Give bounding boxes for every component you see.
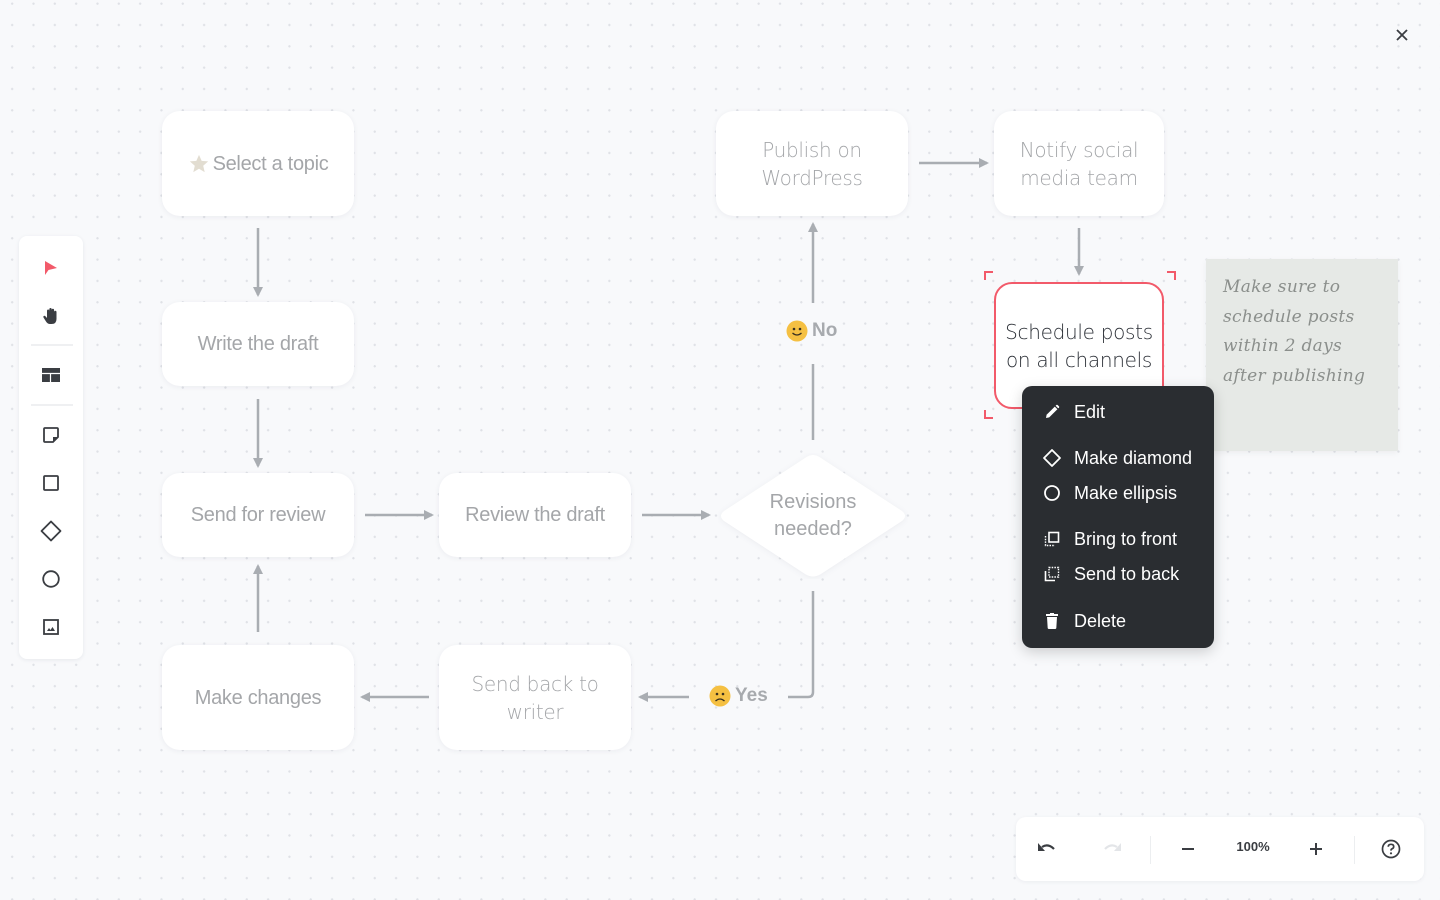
sticky-note-icon: [43, 427, 59, 443]
menu-item-delete[interactable]: Delete: [1022, 605, 1214, 637]
shape-toolbar: [19, 236, 83, 659]
menu-item-label: Bring to front: [1074, 528, 1178, 549]
node-select-topic[interactable]: Select a topic: [162, 111, 354, 216]
node-label-line: on all channels: [1005, 347, 1153, 372]
node-label-line: Publish on: [762, 137, 862, 162]
help-button[interactable]: [1377, 835, 1405, 863]
sticky-line: Make sure to: [1223, 277, 1341, 297]
close-icon: [1396, 29, 1408, 41]
diamond-icon: [40, 520, 62, 542]
frown-emoji-icon: [709, 685, 731, 707]
toolbar-divider: [31, 344, 73, 346]
circle-icon: [42, 570, 60, 588]
edge-label-text: No: [812, 320, 838, 341]
menu-item-send-to-back[interactable]: Send to back: [1022, 558, 1214, 590]
node-review-draft[interactable]: Review the draft: [439, 473, 631, 557]
smile-emoji-icon: [786, 320, 808, 342]
node-label-line: needed?: [774, 518, 852, 540]
tool-diamond[interactable]: [36, 516, 66, 546]
tool-select[interactable]: [36, 253, 66, 283]
node-label-line: Notify social: [1019, 137, 1139, 162]
image-icon: [43, 619, 59, 635]
divider: [1150, 836, 1151, 864]
zoom-out-button[interactable]: [1174, 835, 1202, 863]
node-send-review[interactable]: Send for review: [162, 473, 354, 557]
menu-item-make-diamond[interactable]: Make diamond: [1022, 442, 1214, 474]
menu-item-label: Make ellipsis: [1074, 482, 1178, 503]
minus-icon: [1182, 848, 1194, 850]
plus-icon: [1310, 843, 1322, 855]
menu-item-label: Make diamond: [1074, 447, 1193, 468]
menu-item-label: Edit: [1074, 401, 1106, 422]
toolbar-divider: [31, 404, 73, 406]
tool-image[interactable]: [36, 612, 66, 642]
edge-label-no: No: [786, 320, 837, 342]
arrow-decision-yes: [788, 591, 815, 699]
node-revisions-decision[interactable]: Revisions needed?: [718, 453, 908, 579]
tool-ellipse[interactable]: [36, 564, 66, 594]
diamond-icon: [1042, 448, 1062, 468]
help-icon: [1381, 839, 1401, 859]
node-make-changes[interactable]: Make changes: [162, 645, 354, 750]
close-button[interactable]: [1392, 25, 1412, 45]
node-label-line: Revisions: [769, 491, 857, 513]
selection-handle-bl[interactable]: [984, 410, 993, 419]
tool-table[interactable]: [36, 360, 66, 390]
node-publish[interactable]: Publish on WordPress: [716, 111, 908, 216]
node-notify[interactable]: Notify social media team: [994, 111, 1164, 216]
sticky-line: within 2 days: [1223, 336, 1343, 356]
node-write-draft[interactable]: Write the draft: [162, 302, 354, 386]
menu-item-edit[interactable]: Edit: [1022, 396, 1214, 428]
menu-item-label: Send to back: [1074, 563, 1180, 584]
bring-front-icon: [1042, 529, 1062, 549]
node-label: Review the draft: [465, 504, 605, 526]
divider: [1354, 836, 1355, 864]
edge-label-yes: Yes: [709, 685, 768, 707]
table-icon: [42, 368, 60, 382]
node-label-line: Schedule posts: [1005, 319, 1153, 344]
edge-label-text: Yes: [735, 685, 768, 706]
node-label-line: Send back to: [471, 671, 599, 696]
node-label-line: WordPress: [761, 165, 863, 190]
node-label: Send for review: [190, 504, 326, 526]
undo-icon: [1038, 843, 1055, 851]
star-icon: [189, 154, 208, 172]
tool-sticky-note[interactable]: [36, 420, 66, 450]
hand-icon: [43, 308, 57, 324]
square-icon: [43, 475, 59, 491]
redo-icon: [1104, 843, 1121, 851]
selection-handle-tr[interactable]: [1167, 271, 1176, 280]
tool-rectangle[interactable]: [36, 468, 66, 498]
node-label: Write the draft: [197, 333, 319, 355]
sticky-line: schedule posts: [1223, 306, 1355, 327]
bottom-controls: 100%: [1016, 817, 1424, 881]
selection-handle-tl[interactable]: [984, 271, 993, 280]
node-label: Select a topic: [212, 152, 329, 175]
undo-button[interactable]: [1033, 835, 1061, 863]
node-label-line: media team: [1020, 165, 1138, 190]
zoom-in-button[interactable]: [1302, 835, 1330, 863]
menu-item-label: Delete: [1074, 610, 1127, 631]
node-label: Make changes: [194, 686, 322, 709]
node-send-back[interactable]: Send back to writer: [439, 645, 631, 750]
sticky-note[interactable]: Make sure to schedule posts within 2 day…: [1206, 259, 1398, 451]
context-menu: Edit Make diamond Make ellipsis Bring to…: [1022, 386, 1214, 648]
zoom-level[interactable]: 100%: [1226, 839, 1280, 854]
trash-icon: [1042, 611, 1062, 631]
sticky-line: after publishing: [1223, 365, 1366, 386]
pointer-icon: [45, 261, 57, 275]
redo-button[interactable]: [1098, 835, 1126, 863]
node-label-line: writer: [506, 699, 564, 724]
circle-icon: [1042, 483, 1062, 503]
send-back-icon: [1042, 564, 1062, 584]
pencil-icon: [1042, 402, 1062, 422]
menu-item-make-ellipsis[interactable]: Make ellipsis: [1022, 477, 1214, 509]
menu-item-bring-to-front[interactable]: Bring to front: [1022, 523, 1214, 555]
tool-hand[interactable]: [36, 301, 66, 331]
